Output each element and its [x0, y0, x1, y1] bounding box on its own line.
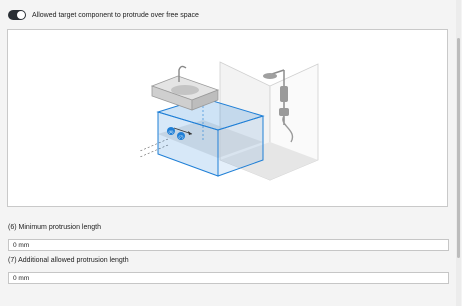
protrude-toggle-label: Allowed target component to protrude ove… [32, 11, 199, 19]
badge-7-label: (7) [179, 134, 185, 139]
scrollbar-thumb[interactable] [457, 38, 460, 258]
additional-protrusion-label: (7) Additional allowed protrusion length [8, 257, 129, 264]
protrude-toggle-row: Allowed target component to protrude ove… [8, 8, 199, 22]
additional-protrusion-input[interactable]: 0 mm [8, 272, 449, 284]
protrude-toggle[interactable] [8, 10, 26, 20]
min-protrusion-label: (6) Minimum protrusion length [8, 224, 101, 231]
illustration-panel: (6) (7) [7, 29, 448, 207]
shower-valve [280, 86, 288, 102]
shower-head [263, 73, 277, 79]
badge-6-label: (6) [169, 129, 175, 134]
vertical-scrollbar[interactable] [456, 0, 461, 306]
toggle-knob [17, 11, 25, 19]
sink-basin [171, 85, 199, 95]
protrusion-illustration: (6) (7) [139, 61, 319, 181]
min-protrusion-input[interactable]: 0 mm [8, 239, 449, 251]
